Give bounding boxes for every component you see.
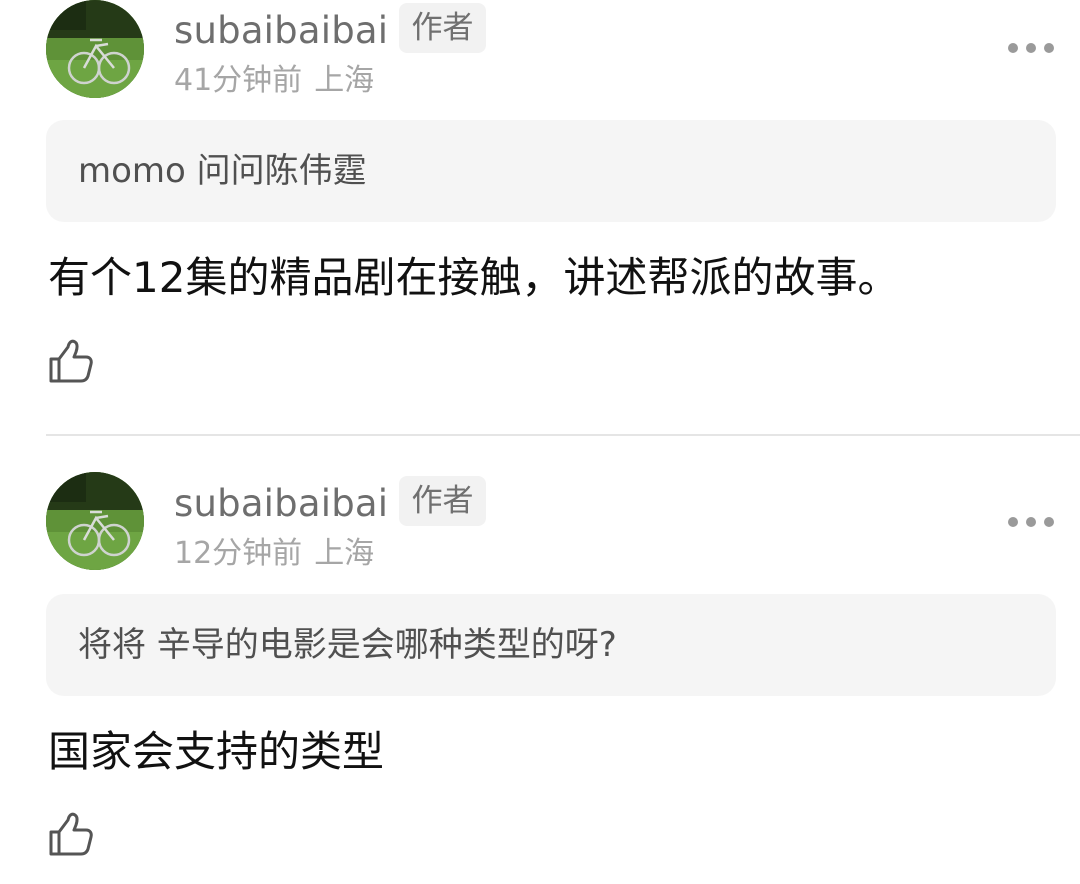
author-badge: 作者 — [399, 3, 486, 53]
comment-meta: 41分钟前 上海 — [174, 61, 374, 101]
more-horizontal-icon — [1044, 517, 1054, 527]
quoted-comment[interactable]: momo 问问陈伟霆 — [46, 120, 1056, 222]
bicycle-photo-icon — [46, 472, 144, 570]
username[interactable]: subaibaibai — [174, 9, 388, 53]
more-horizontal-icon — [1044, 43, 1054, 53]
comment-text: 有个12集的精品剧在接触，讲述帮派的故事。 — [48, 253, 900, 302]
comment-time: 12分钟前 — [174, 536, 303, 571]
more-options-button[interactable] — [1008, 38, 1054, 58]
username[interactable]: subaibaibai — [174, 482, 388, 526]
more-horizontal-icon — [1026, 43, 1036, 53]
avatar[interactable] — [46, 472, 144, 570]
more-horizontal-icon — [1008, 517, 1018, 527]
like-button[interactable] — [46, 337, 96, 387]
more-options-button[interactable] — [1008, 512, 1054, 532]
quoted-comment[interactable]: 将将 辛导的电影是会哪种类型的呀? — [46, 594, 1056, 696]
comment-time: 41分钟前 — [174, 63, 303, 98]
bicycle-photo-icon — [46, 0, 144, 98]
comment-meta: 12分钟前 上海 — [174, 534, 374, 574]
thumbs-up-icon — [49, 812, 93, 856]
avatar[interactable] — [46, 0, 144, 98]
like-button[interactable] — [46, 810, 96, 860]
more-horizontal-icon — [1008, 43, 1018, 53]
comment-location: 上海 — [314, 536, 375, 571]
comment-item: subaibaibai 作者 12分钟前 上海 将将 辛导的电影是会哪种类型的呀?… — [0, 436, 1080, 884]
thumbs-up-icon — [49, 339, 93, 383]
comment-item: subaibaibai 作者 41分钟前 上海 momo 问问陈伟霆 有个12集的… — [0, 0, 1080, 436]
comment-text: 国家会支持的类型 — [48, 727, 385, 776]
author-badge: 作者 — [399, 476, 486, 526]
more-horizontal-icon — [1026, 517, 1036, 527]
comment-location: 上海 — [314, 63, 375, 98]
